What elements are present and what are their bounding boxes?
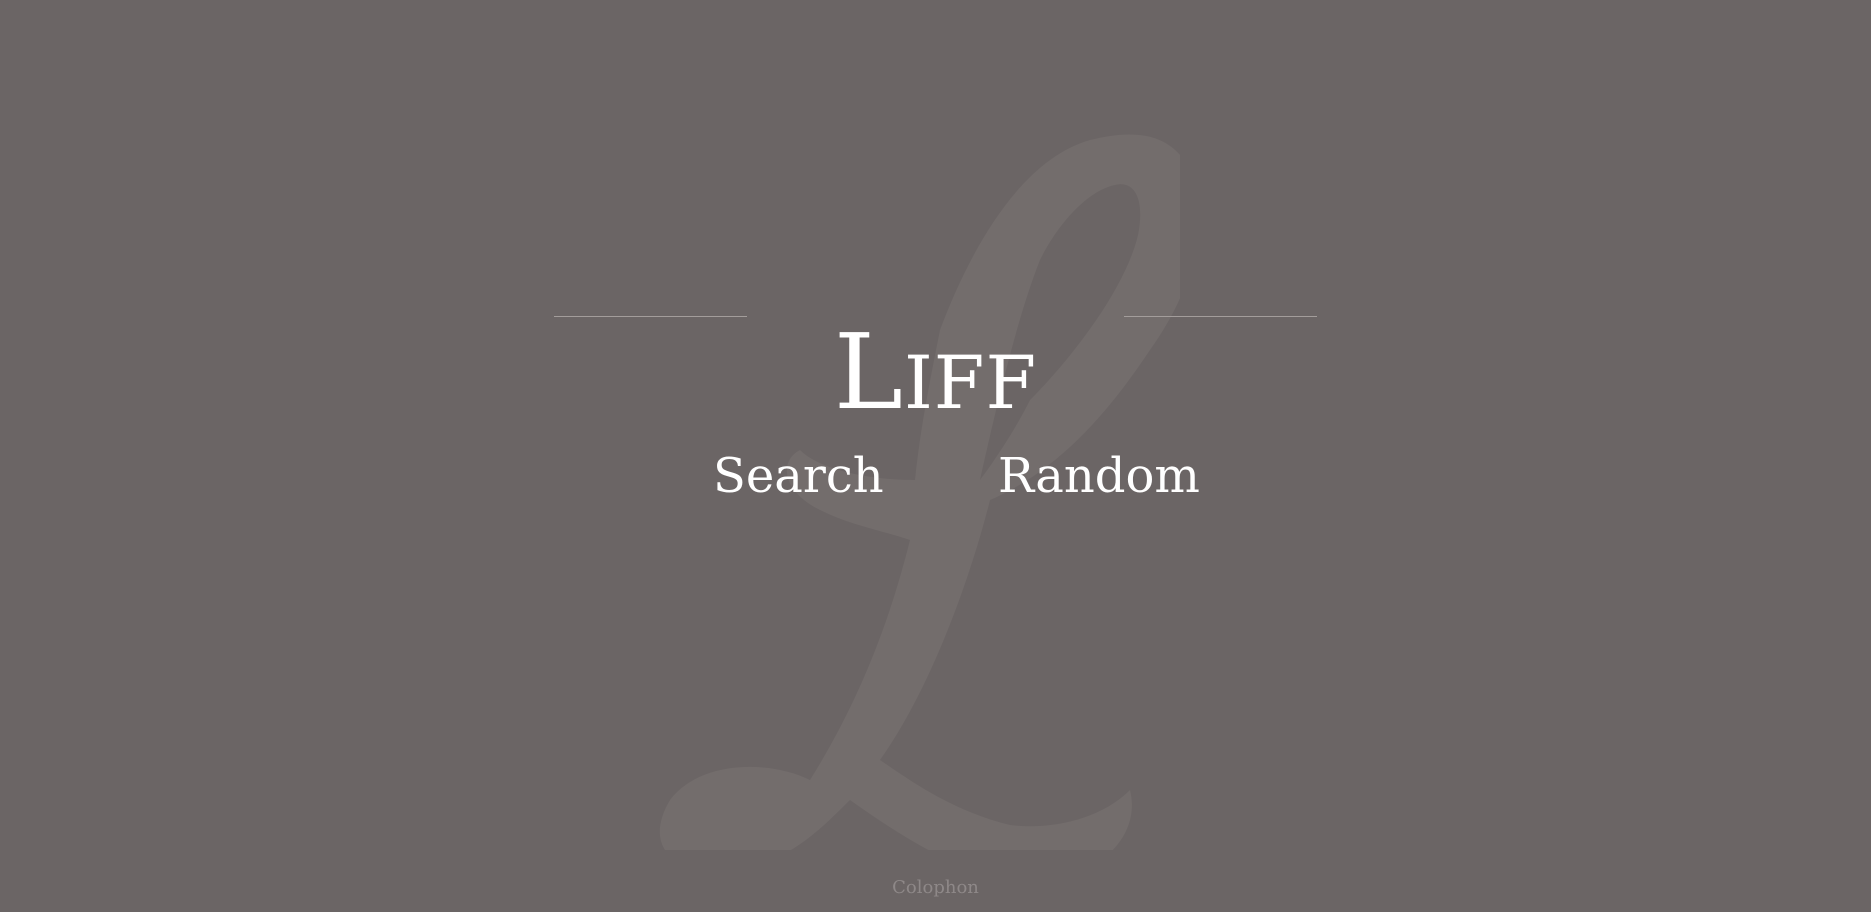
colophon-link[interactable]: Colophon [0, 876, 1871, 900]
search-link[interactable]: Search [713, 446, 884, 506]
title-rule-right [1124, 316, 1317, 317]
page: Liff Search Random Colophon [0, 0, 1871, 912]
random-link[interactable]: Random [998, 446, 1200, 506]
title-rule-left [554, 316, 747, 317]
site-title[interactable]: Liff [0, 320, 1871, 424]
